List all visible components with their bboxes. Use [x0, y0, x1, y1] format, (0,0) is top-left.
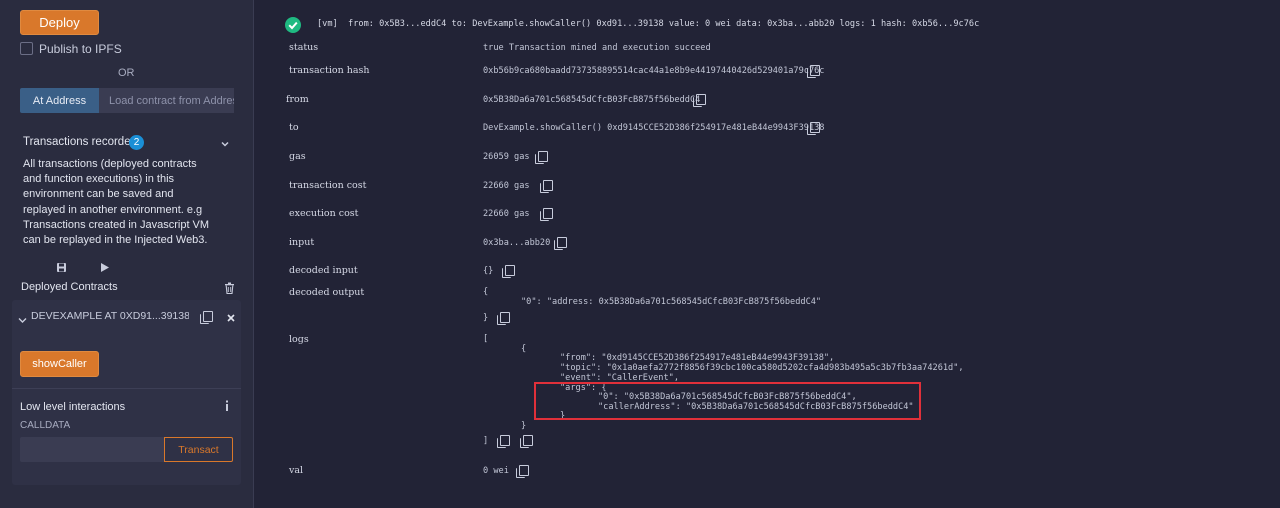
- decoded-output-label: decoded output: [289, 287, 365, 298]
- copy-icon[interactable]: [497, 312, 510, 325]
- log-line: "topic": "0x1a0aefa2772f8856f39cbc100ca5…: [560, 363, 964, 373]
- success-check-icon: [285, 17, 301, 33]
- from-label: from: [286, 94, 309, 105]
- from-value: 0x5B38Da6a701c568545dCfcB03FcB875f56bedd…: [483, 95, 701, 105]
- decoded-input-label: decoded input: [289, 265, 358, 276]
- deploy-button[interactable]: Deploy: [20, 10, 99, 35]
- decoded-output-line: "0": "address: 0x5B38Da6a701c568545dCfcB…: [521, 297, 822, 307]
- or-separator: OR: [118, 67, 135, 79]
- load-contract-address-input[interactable]: Load contract from Addres: [99, 88, 234, 113]
- collapse-chevron-icon[interactable]: [18, 312, 27, 323]
- terminal-panel: [vm] from: 0x5B3...eddC4 to: DevExample.…: [254, 0, 1280, 508]
- transact-button[interactable]: Transact: [164, 437, 233, 462]
- log-line: "from": "0xd9145CCE52D386f254917e481eB44…: [560, 353, 835, 363]
- transaction-summary[interactable]: [vm] from: 0x5B3...eddC4 to: DevExample.…: [317, 19, 979, 29]
- trash-icon[interactable]: [224, 281, 235, 295]
- decoded-input-value: {}: [483, 266, 494, 276]
- log-line: }: [521, 421, 527, 431]
- divider: [12, 388, 241, 389]
- copy-icon[interactable]: [540, 208, 553, 221]
- play-icon[interactable]: [99, 260, 110, 272]
- transactions-recorded-label: Transactions recorded: [23, 136, 137, 148]
- copy-icon[interactable]: [497, 435, 510, 448]
- transaction-hash-label: transaction hash: [289, 65, 370, 76]
- status-value: true Transaction mined and execution suc…: [483, 43, 711, 53]
- show-caller-button[interactable]: showCaller: [20, 351, 99, 377]
- calldata-label: CALLDATA: [20, 420, 71, 431]
- run-panel: Deploy Publish to IPFS OR At Address Loa…: [0, 0, 254, 508]
- transactions-count-badge: 2: [129, 135, 144, 150]
- copy-icon[interactable]: [693, 94, 706, 107]
- copy-icon[interactable]: [807, 122, 820, 135]
- highlight-box: [534, 382, 921, 420]
- logs-label: logs: [289, 334, 309, 345]
- info-icon[interactable]: [223, 399, 231, 411]
- transactions-info-text: All transactions (deployed contracts and…: [23, 158, 210, 247]
- copy-icon[interactable]: [554, 237, 567, 250]
- chevron-down-icon[interactable]: [220, 136, 230, 147]
- to-value: DevExample.showCaller() 0xd9145CCE52D386…: [483, 123, 825, 133]
- copy-address-icon[interactable]: [200, 311, 213, 324]
- publish-ipfs-label: Publish to IPFS: [39, 42, 122, 56]
- status-label: status: [289, 42, 319, 53]
- transaction-cost-label: transaction cost: [289, 180, 367, 191]
- gas-value: 26059 gas: [483, 152, 530, 162]
- close-icon[interactable]: [226, 310, 236, 322]
- deployed-contract-panel: DEVEXAMPLE AT 0XD91...39138 (M showCalle…: [12, 300, 241, 485]
- copy-icon[interactable]: [516, 465, 529, 478]
- contract-instance-title: DEVEXAMPLE AT 0XD91...39138 (M: [31, 310, 189, 322]
- copy-icon[interactable]: [540, 180, 553, 193]
- decoded-output-close: }: [483, 313, 489, 323]
- val-value: 0 wei: [483, 466, 509, 476]
- input-label: input: [289, 237, 315, 248]
- copy-icon[interactable]: [502, 265, 515, 278]
- save-icon[interactable]: [56, 260, 67, 272]
- execution-cost-value: 22660 gas: [483, 209, 530, 219]
- copy-icon[interactable]: [535, 151, 548, 164]
- execution-cost-label: execution cost: [289, 208, 359, 219]
- log-line: {: [521, 344, 527, 354]
- low-level-interactions-label: Low level interactions: [20, 401, 126, 413]
- calldata-input[interactable]: [20, 437, 164, 462]
- copy-icon[interactable]: [807, 65, 820, 78]
- decoded-output-open: {: [483, 287, 489, 297]
- input-value: 0x3ba...abb20: [483, 238, 551, 248]
- val-label: val: [289, 465, 304, 476]
- copy-icon[interactable]: [520, 435, 533, 448]
- gas-label: gas: [289, 151, 306, 162]
- logs-open: [: [483, 334, 489, 344]
- at-address-button[interactable]: At Address: [20, 88, 99, 113]
- deployed-contracts-label: Deployed Contracts: [21, 281, 118, 293]
- transaction-cost-value: 22660 gas: [483, 181, 530, 191]
- log-line: ]: [483, 436, 489, 446]
- transaction-hash-value: 0xb56b9ca680baadd737358895514cac44a1e8b9…: [483, 66, 825, 76]
- publish-ipfs-checkbox[interactable]: [20, 42, 33, 55]
- to-label: to: [289, 122, 299, 133]
